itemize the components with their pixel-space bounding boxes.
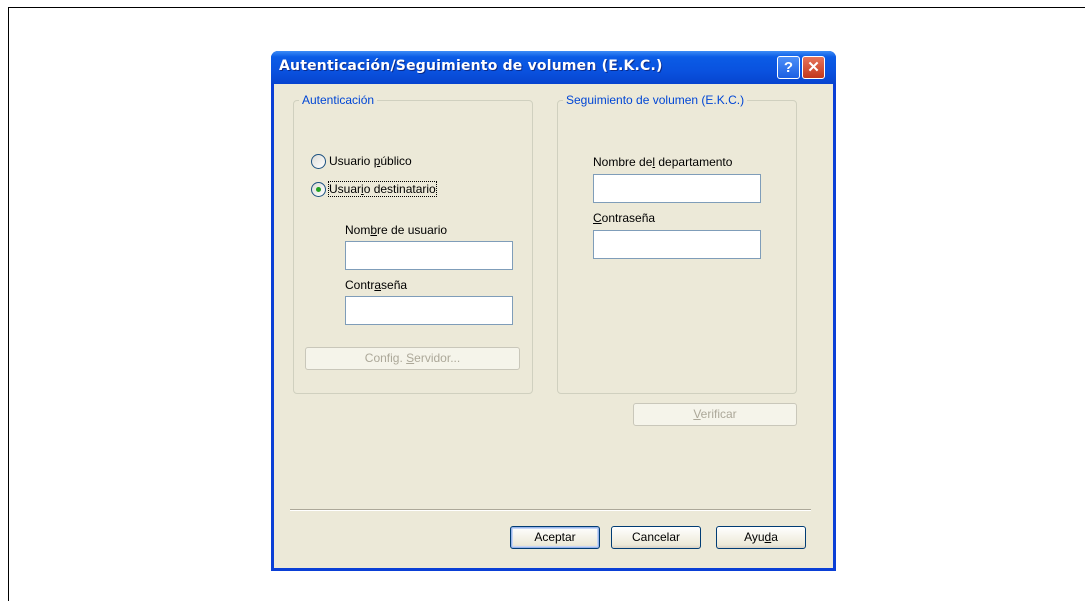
cancel-button[interactable]: Cancelar [611,526,701,549]
auth-group-label: Autenticación [299,93,378,107]
help-icon[interactable]: ? [777,56,800,79]
auth-dialog: Autenticación/Seguimiento de volumen (E.… [271,51,836,571]
frame-top-border [8,7,1085,8]
username-label: Nombre de usuario [345,223,448,237]
ekc-group-label: Seguimiento de volumen (E.K.C.) [563,93,748,107]
department-label: Nombre del departamento [593,155,733,169]
frame-left-border [8,7,9,601]
footer-separator [290,509,811,511]
password-label: Contraseña [345,278,408,292]
radio-selected-dot [316,187,321,192]
close-icon[interactable]: ✕ [802,56,825,79]
dialog-body: Autenticación Usuario público Usuario de… [274,84,833,568]
dialog-title: Autenticación/Seguimiento de volumen (E.… [279,58,663,74]
radio-recipient-user[interactable] [311,182,326,197]
ekc-password-label: Contraseña [593,211,656,225]
username-field[interactable] [345,241,513,270]
radio-recipient-user-label[interactable]: Usuario destinatario [328,181,437,197]
accept-button[interactable]: Aceptar [510,526,600,549]
ekc-password-field[interactable] [593,230,761,259]
help-button[interactable]: Ayuda [716,526,806,549]
radio-public-user-label[interactable]: Usuario público [329,154,412,168]
department-field[interactable] [593,174,761,203]
radio-public-user[interactable] [311,154,326,169]
verify-button[interactable]: Verificar [633,403,797,426]
server-config-button[interactable]: Config. Servidor... [305,347,520,370]
title-bar[interactable]: Autenticación/Seguimiento de volumen (E.… [271,51,836,84]
password-field[interactable] [345,296,513,325]
